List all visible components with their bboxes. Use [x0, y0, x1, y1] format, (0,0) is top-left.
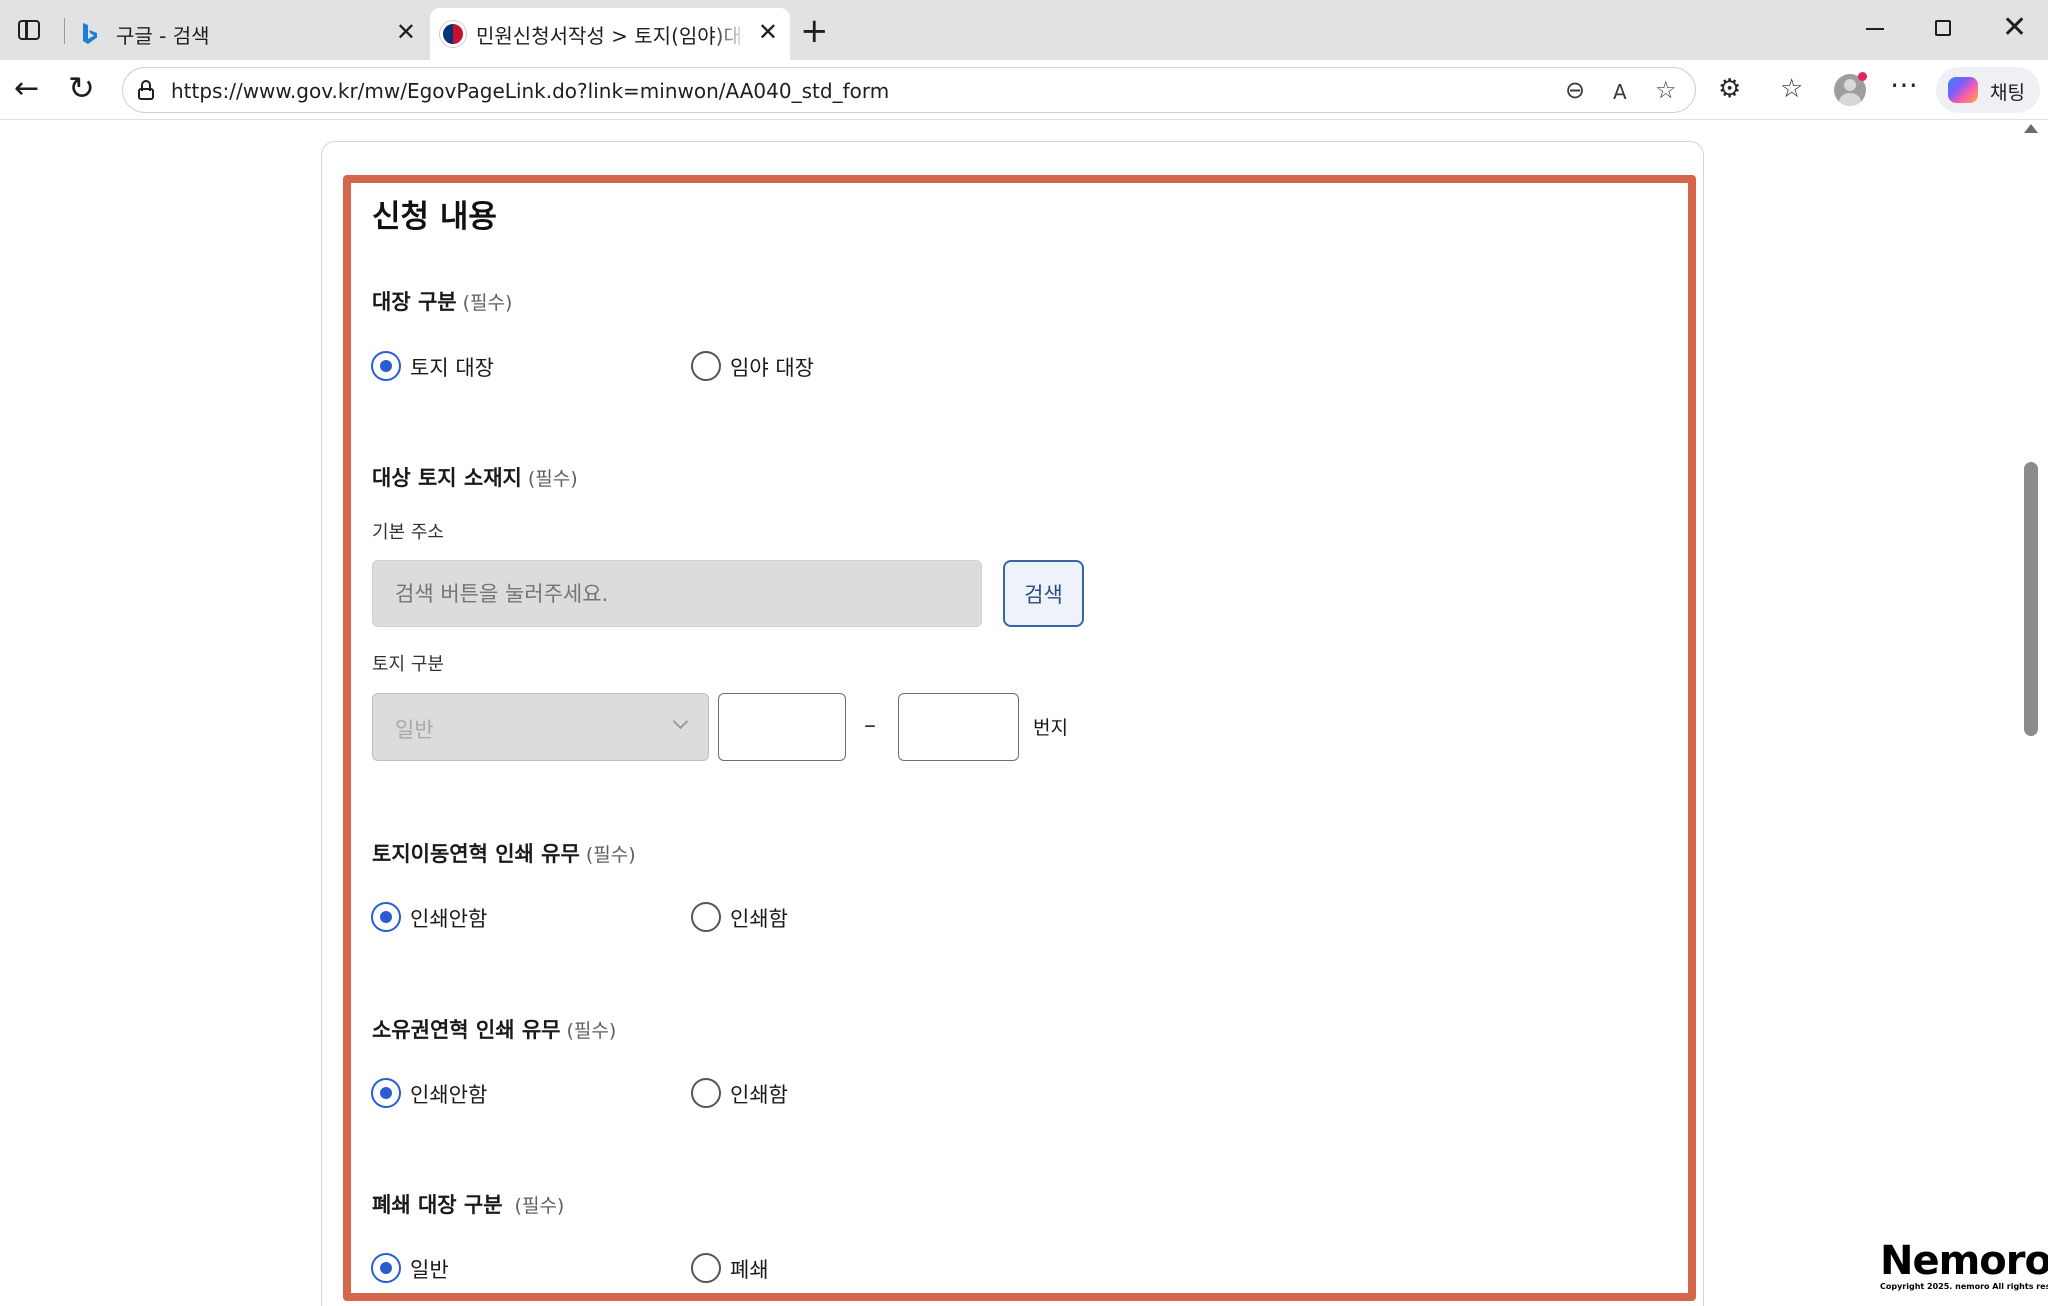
address-search-button[interactable]: 검색: [1003, 560, 1084, 627]
option-label[interactable]: 임야 대장: [730, 352, 814, 382]
chevron-down-icon: [672, 713, 689, 730]
favorites-icon[interactable]: ☆: [1780, 74, 1803, 104]
radio-land-ledger[interactable]: [371, 351, 401, 381]
back-icon[interactable]: ←: [14, 72, 39, 106]
radio-land-history-print[interactable]: [691, 902, 721, 932]
address-input[interactable]: [372, 560, 982, 627]
ledger-type-label: 대장 구분 (필수): [372, 290, 513, 314]
option-label[interactable]: 인쇄안함: [410, 903, 487, 933]
tab-bar: 구글 - 검색 ✕ 민원신청서작성 > 토지(임야)대장 ✕ + ✕: [0, 0, 2048, 60]
land-type-select[interactable]: 일반: [372, 693, 709, 761]
radio-ownership-print[interactable]: [691, 1078, 721, 1108]
land-type-value: 일반: [395, 718, 434, 742]
location-label: 대상 토지 소재지 (필수): [372, 466, 578, 490]
maximize-icon[interactable]: [1935, 20, 1951, 36]
radio-forest-ledger[interactable]: [691, 351, 721, 381]
option-label[interactable]: 일반: [410, 1254, 449, 1284]
page-viewport: 신청 내용 대장 구분 (필수) 토지 대장 임야 대장 대상 토지 소재지 (필수…: [0, 121, 2048, 1306]
land-type-label: 토지 구분: [372, 654, 444, 675]
address-label: 기본 주소: [372, 522, 444, 543]
government-emblem-icon: [440, 21, 466, 47]
tab-google-search[interactable]: 구글 - 검색 ✕: [68, 8, 428, 60]
main-number-input[interactable]: [718, 693, 846, 761]
option-label[interactable]: 토지 대장: [410, 352, 494, 382]
tab-minwon-form[interactable]: 민원신청서작성 > 토지(임야)대장 ✕: [430, 8, 790, 60]
read-aloud-icon[interactable]: A: [1613, 79, 1627, 105]
option-label[interactable]: 인쇄함: [730, 903, 788, 933]
radio-closed-normal[interactable]: [371, 1253, 401, 1283]
watermark-brand: Nemoro: [1880, 1238, 2048, 1284]
close-icon[interactable]: ✕: [758, 20, 778, 44]
option-label[interactable]: 인쇄안함: [410, 1079, 487, 1109]
ownership-history-label: 소유권연혁 인쇄 유무 (필수): [372, 1018, 617, 1042]
minimize-icon[interactable]: [1866, 28, 1884, 30]
url-box[interactable]: https://www.gov.kr/mw/EgovPageLink.do?li…: [122, 67, 1696, 113]
tab-label: 구글 - 검색: [116, 24, 210, 48]
copilot-label: 채팅: [1990, 82, 2025, 104]
address-bar: ← ↻ https://www.gov.kr/mw/EgovPageLink.d…: [0, 60, 2048, 120]
more-menu-icon[interactable]: ⋯: [1890, 70, 1918, 100]
zoom-out-icon[interactable]: ⊖: [1565, 77, 1585, 103]
refresh-icon[interactable]: ↻: [68, 71, 95, 105]
lock-icon[interactable]: [137, 80, 155, 100]
nemoro-watermark: Nemoro Copyright 2025. nemoro All rights…: [1880, 1238, 2048, 1292]
radio-closed-closed[interactable]: [691, 1253, 721, 1283]
number-dash: –: [864, 711, 876, 739]
notification-dot: [1858, 72, 1867, 81]
scroll-up-arrow-icon[interactable]: [2024, 124, 2038, 133]
scrollbar-thumb[interactable]: [2024, 462, 2038, 736]
watermark-copyright: Copyright 2025. nemoro All rights reserv…: [1880, 1282, 2048, 1291]
option-label[interactable]: 폐쇄: [730, 1254, 769, 1284]
new-tab-button[interactable]: +: [800, 14, 829, 48]
favorite-star-icon[interactable]: ☆: [1655, 77, 1677, 103]
window-close-icon[interactable]: ✕: [2002, 10, 2027, 46]
tab-label: 민원신청서작성 > 토지(임야)대장: [476, 24, 746, 48]
closed-ledger-label: 폐쇄 대장 구분 (필수): [372, 1193, 565, 1217]
land-history-label: 토지이동연혁 인쇄 유무 (필수): [372, 842, 636, 866]
tab-separator: [64, 18, 65, 44]
extensions-icon[interactable]: ⚙: [1718, 74, 1741, 104]
radio-land-history-no-print[interactable]: [371, 902, 401, 932]
section-title: 신청 내용: [372, 199, 497, 235]
tab-actions-icon[interactable]: [14, 16, 46, 44]
radio-ownership-no-print[interactable]: [371, 1078, 401, 1108]
unit-label: 번지: [1033, 717, 1068, 739]
bing-icon: [83, 23, 97, 44]
close-icon[interactable]: ✕: [396, 20, 416, 44]
option-label[interactable]: 인쇄함: [730, 1079, 788, 1109]
url-text[interactable]: https://www.gov.kr/mw/EgovPageLink.do?li…: [171, 79, 889, 103]
sub-number-input[interactable]: [898, 693, 1019, 761]
copilot-chat-button[interactable]: 채팅: [1936, 67, 2040, 113]
copilot-icon: [1948, 77, 1978, 103]
